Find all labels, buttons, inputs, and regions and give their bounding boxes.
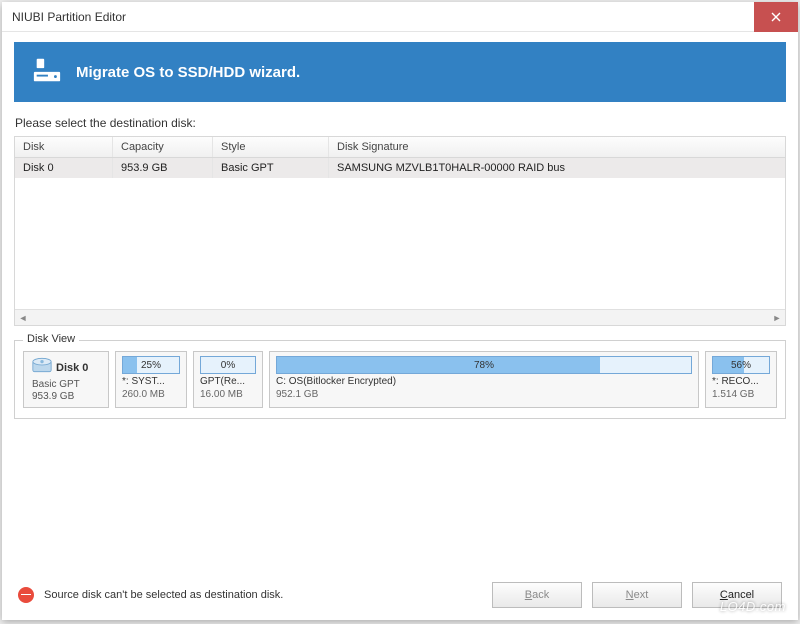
back-button[interactable]: Back (492, 582, 582, 608)
error-message: Source disk can't be selected as destina… (44, 589, 482, 601)
scroll-right-icon[interactable]: ► (769, 310, 785, 326)
hard-disk-icon (32, 357, 52, 378)
partition-label: *: SYST... (122, 376, 180, 387)
cell-signature: SAMSUNG MZVLB1T0HALR-00000 RAID bus (329, 158, 785, 178)
partition-label: GPT(Re... (200, 376, 256, 387)
cell-capacity: 953.9 GB (113, 158, 213, 178)
disk-view-row: Disk 0 Basic GPT 953.9 GB 25% *: SYST...… (23, 351, 777, 408)
partition-pct: 0% (221, 360, 235, 371)
horizontal-scrollbar[interactable]: ◄ ► (15, 309, 785, 325)
partition-size: 952.1 GB (276, 389, 692, 400)
titlebar: NIUBI Partition Editor (2, 2, 798, 32)
table-row[interactable]: Disk 0 953.9 GB Basic GPT SAMSUNG MZVLB1… (15, 158, 785, 178)
next-button[interactable]: Next (592, 582, 682, 608)
table-body: Disk 0 953.9 GB Basic GPT SAMSUNG MZVLB1… (15, 158, 785, 309)
cell-disk: Disk 0 (15, 158, 113, 178)
disk-style: Basic GPT (32, 379, 100, 390)
scroll-left-icon[interactable]: ◄ (15, 310, 31, 326)
disk-view-legend: Disk View (23, 333, 79, 345)
partition-label: C: OS(Bitlocker Encrypted) (276, 376, 692, 387)
disk-view-panel: Disk View Disk 0 Basic GPT 953.9 GB 25% … (14, 340, 786, 419)
disk-card[interactable]: Disk 0 Basic GPT 953.9 GB (23, 351, 109, 408)
partition-label: *: RECO... (712, 376, 770, 387)
col-header-capacity[interactable]: Capacity (113, 137, 213, 157)
cancel-button[interactable]: Cancel (692, 582, 782, 608)
cell-style: Basic GPT (213, 158, 329, 178)
wizard-title: Migrate OS to SSD/HDD wizard. (76, 64, 300, 81)
wizard-footer: Source disk can't be selected as destina… (14, 572, 786, 610)
close-button[interactable] (754, 2, 798, 32)
partition-pct: 78% (474, 360, 494, 371)
partition-size: 260.0 MB (122, 389, 180, 400)
partition-block[interactable]: 78% C: OS(Bitlocker Encrypted) 952.1 GB (269, 351, 699, 408)
migrate-disk-icon (32, 55, 62, 90)
window-title: NIUBI Partition Editor (12, 10, 754, 24)
col-header-style[interactable]: Style (213, 137, 329, 157)
partition-block[interactable]: 56% *: RECO... 1.514 GB (705, 351, 777, 408)
partition-size: 1.514 GB (712, 389, 770, 400)
content-area: Migrate OS to SSD/HDD wizard. Please sel… (2, 32, 798, 620)
col-header-disk[interactable]: Disk (15, 137, 113, 157)
partition-pct: 56% (731, 360, 751, 371)
app-window: NIUBI Partition Editor Migrate OS to SSD… (2, 2, 798, 620)
partition-block[interactable]: 0% GPT(Re... 16.00 MB (193, 351, 263, 408)
partition-pct: 25% (141, 360, 161, 371)
disk-name: Disk 0 (56, 362, 88, 374)
disk-table: Disk Capacity Style Disk Signature Disk … (14, 136, 786, 326)
table-header-row: Disk Capacity Style Disk Signature (15, 137, 785, 158)
partition-block[interactable]: 25% *: SYST... 260.0 MB (115, 351, 187, 408)
partition-size: 16.00 MB (200, 389, 256, 400)
col-header-signature[interactable]: Disk Signature (329, 137, 785, 157)
wizard-banner: Migrate OS to SSD/HDD wizard. (14, 42, 786, 102)
disk-capacity: 953.9 GB (32, 391, 100, 402)
error-icon (18, 587, 34, 603)
instruction-text: Please select the destination disk: (15, 116, 785, 130)
close-icon (771, 12, 781, 22)
